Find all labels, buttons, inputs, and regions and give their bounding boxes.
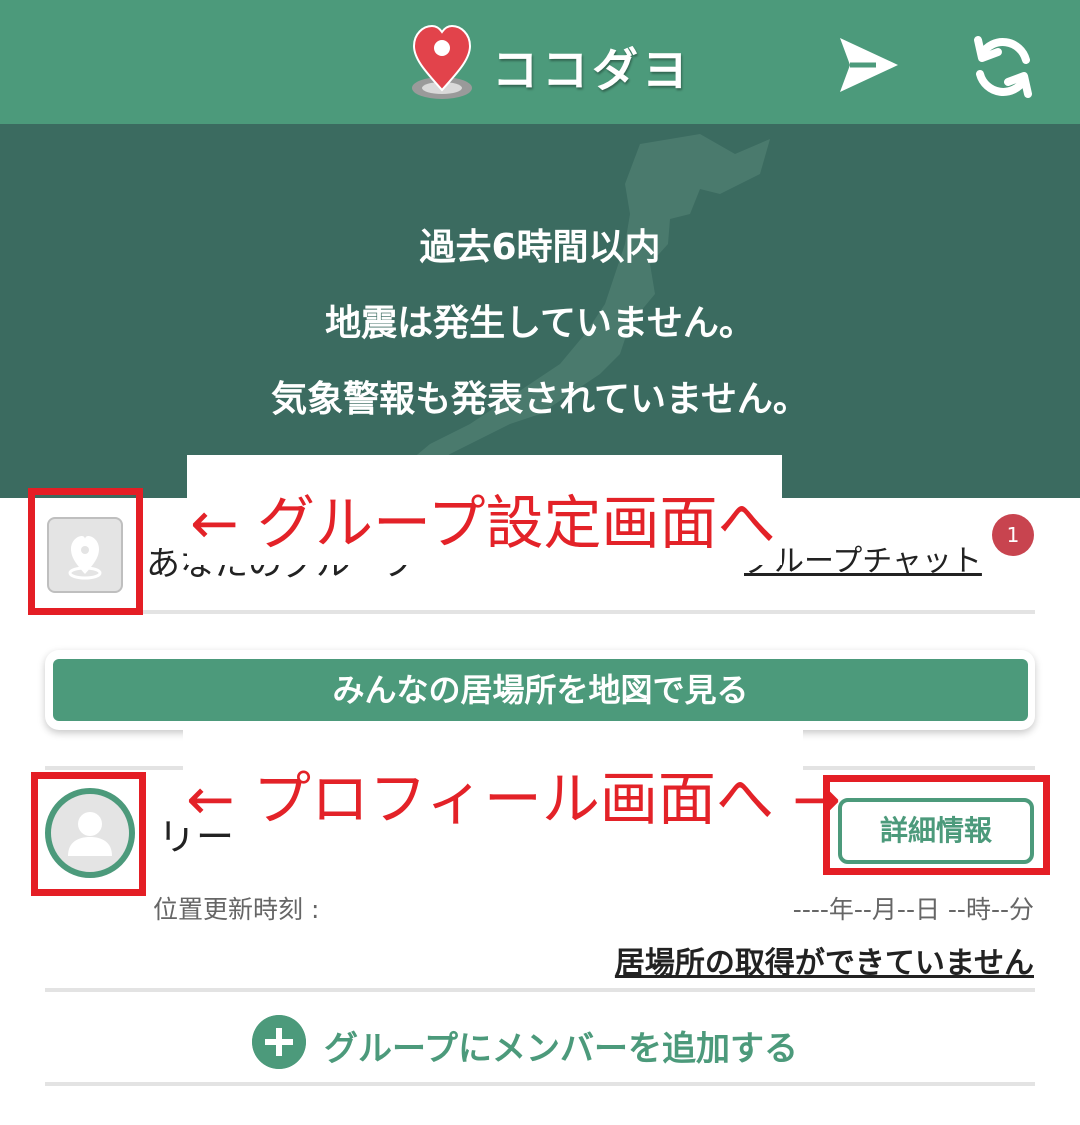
annotation-profile: ← プロフィール画面へ → (186, 765, 841, 833)
location-update-value: ----年--月--日 --時--分 (792, 895, 1034, 924)
disaster-info-banner: 過去6時間以内 地震は発生していません。 気象警報も発表されていません。 (0, 124, 1080, 498)
app-title: ココダヨ (492, 43, 692, 97)
annotation-frame-detail-button (823, 775, 1050, 875)
annotation-frame-group-avatar (28, 488, 143, 615)
divider (45, 988, 1035, 992)
banner-line-1: 過去6時間以内 (419, 227, 661, 268)
annotation-frame-member-avatar (31, 772, 146, 896)
divider (45, 1082, 1035, 1086)
banner-line-3: 気象警報も発表されていません。 (271, 379, 809, 420)
app-header: ココダヨ (0, 0, 1080, 124)
view-map-button[interactable]: みんなの居場所を地図で見る (53, 659, 1028, 721)
divider (45, 610, 1035, 614)
send-icon[interactable] (836, 34, 902, 96)
add-member-label: グループにメンバーを追加する (324, 1029, 798, 1069)
location-heart-logo-icon (412, 24, 472, 99)
location-status-link[interactable]: 居場所の取得ができていません (615, 938, 1034, 982)
plus-icon (252, 1015, 306, 1069)
location-update-label: 位置更新時刻 : (153, 895, 320, 924)
banner-line-2: 地震は発生していません。 (325, 303, 755, 344)
annotation-group-settings: ← グループ設定画面へ (190, 489, 776, 557)
refresh-icon[interactable] (968, 32, 1038, 102)
chat-unread-badge: 1 (992, 514, 1034, 556)
